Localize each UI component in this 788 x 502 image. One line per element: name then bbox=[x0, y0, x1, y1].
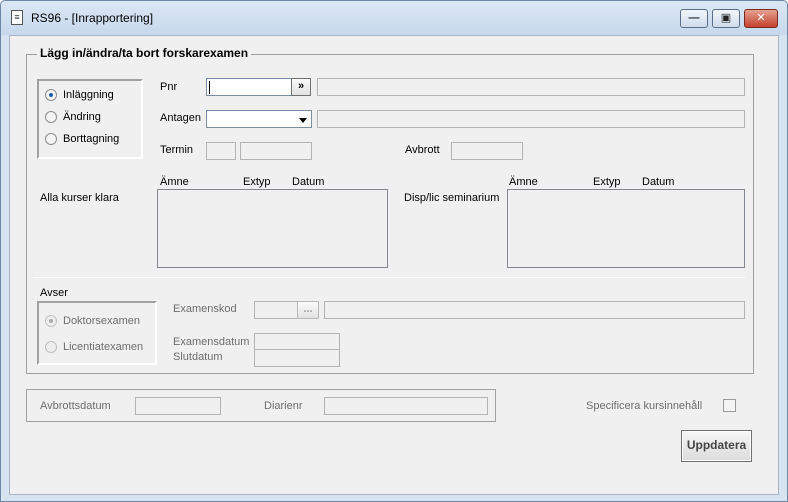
kurser-listbox[interactable] bbox=[157, 189, 388, 268]
left-list-header-datum: Datum bbox=[292, 176, 325, 188]
avser-radio-panel bbox=[37, 301, 157, 365]
left-list-header-amne: Ämne bbox=[160, 176, 189, 188]
bottom-groupbox: Avbrottsdatum Diarienr bbox=[26, 389, 496, 422]
minimize-icon: — bbox=[688, 12, 700, 24]
alla-kurser-label: Alla kurser klara bbox=[40, 192, 119, 204]
radio-andring-label[interactable]: Ändring bbox=[63, 111, 101, 123]
diarienr-label: Diarienr bbox=[264, 400, 303, 412]
radio-inlaggning-label[interactable]: Inläggning bbox=[63, 89, 114, 101]
right-list-header-datum: Datum bbox=[642, 176, 675, 188]
update-button[interactable]: Uppdatera bbox=[681, 430, 752, 462]
document-icon[interactable]: ≡ bbox=[11, 10, 23, 25]
title-bar[interactable]: ≡ RS96 - [Inrapportering] — ▣ ✕ bbox=[1, 1, 787, 35]
avbrott-label: Avbrott bbox=[405, 144, 440, 156]
close-button[interactable]: ✕ bbox=[744, 9, 778, 28]
minimize-button[interactable]: — bbox=[680, 9, 708, 28]
examenskod-field bbox=[254, 301, 298, 319]
app-window: ≡ RS96 - [Inrapportering] — ▣ ✕ Lägg in/… bbox=[0, 0, 788, 502]
text-caret bbox=[209, 81, 210, 94]
seminarium-listbox[interactable] bbox=[507, 189, 745, 268]
close-icon: ✕ bbox=[756, 12, 766, 24]
avbrott-field bbox=[451, 142, 523, 160]
maximize-button[interactable]: ▣ bbox=[712, 9, 740, 28]
avser-label: Avser bbox=[40, 287, 68, 299]
termin-field-1 bbox=[206, 142, 236, 160]
disp-lic-label: Disp/lic seminarium bbox=[404, 192, 500, 204]
pnr-lookup-button[interactable]: » bbox=[291, 78, 311, 96]
diarienr-field bbox=[324, 397, 488, 415]
antagen-select[interactable] bbox=[206, 110, 312, 128]
radio-doktorsexamen[interactable] bbox=[45, 315, 57, 327]
right-list-header-extyp: Extyp bbox=[593, 176, 621, 188]
right-list-header-amne: Ämne bbox=[509, 176, 538, 188]
termin-field-2 bbox=[240, 142, 312, 160]
termin-label: Termin bbox=[160, 144, 194, 156]
radio-doktorsexamen-label[interactable]: Doktorsexamen bbox=[63, 315, 140, 327]
group-divider bbox=[33, 277, 745, 278]
antagen-label: Antagen bbox=[160, 112, 201, 124]
radio-inlaggning[interactable] bbox=[45, 89, 57, 101]
slutdatum-label: Slutdatum bbox=[173, 351, 223, 363]
radio-borttagning[interactable] bbox=[45, 133, 57, 145]
left-list-header-extyp: Extyp bbox=[243, 176, 271, 188]
maximize-icon: ▣ bbox=[720, 12, 732, 24]
radio-andring[interactable] bbox=[45, 111, 57, 123]
slutdatum-field bbox=[254, 349, 340, 367]
client-area: Lägg in/ändra/ta bort forskarexamen Inlä… bbox=[9, 35, 779, 495]
examenskod-browse-button[interactable]: ... bbox=[297, 301, 319, 319]
specificera-label[interactable]: Specificera kursinnehåll bbox=[586, 400, 702, 412]
window-title: RS96 - [Inrapportering] bbox=[31, 11, 154, 25]
pnr-input[interactable] bbox=[206, 78, 292, 96]
avbrottsdatum-label: Avbrottsdatum bbox=[40, 400, 111, 412]
main-group-legend: Lägg in/ändra/ta bort forskarexamen bbox=[37, 46, 252, 60]
pnr-label: Pnr bbox=[160, 81, 178, 93]
examenskod-display bbox=[324, 301, 745, 319]
main-groupbox: Lägg in/ändra/ta bort forskarexamen Inlä… bbox=[26, 46, 754, 374]
chevron-down-icon[interactable] bbox=[299, 118, 307, 123]
examenskod-label: Examenskod bbox=[173, 303, 237, 315]
pnr-name-display bbox=[317, 78, 745, 96]
radio-licentiatexamen-label[interactable]: Licentiatexamen bbox=[63, 341, 143, 353]
avbrottsdatum-field bbox=[135, 397, 221, 415]
antagen-display bbox=[317, 110, 745, 128]
radio-licentiatexamen[interactable] bbox=[45, 341, 57, 353]
specificera-checkbox[interactable] bbox=[723, 399, 736, 412]
examensdatum-label: Examensdatum bbox=[173, 336, 250, 348]
radio-borttagning-label[interactable]: Borttagning bbox=[63, 133, 119, 145]
